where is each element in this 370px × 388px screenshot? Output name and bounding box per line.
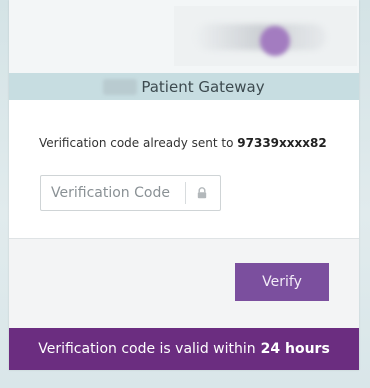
gateway-title: Patient Gateway [141, 77, 265, 96]
validity-notice-bar: Verification code is valid within 24 hou… [9, 328, 359, 370]
action-area: Verify [9, 239, 359, 328]
blurred-organization-name [103, 78, 138, 95]
validity-text: Verification code is valid within [38, 341, 256, 357]
code-sent-message: Verification code already sent to 97339x… [39, 136, 327, 150]
input-divider [185, 182, 186, 204]
logo-band [9, 0, 359, 73]
verify-button[interactable]: Verify [235, 263, 329, 301]
blurred-logo [174, 6, 357, 66]
gateway-title-bar: Patient Gateway [9, 73, 359, 100]
masked-phone-number: 97339xxxx82 [237, 136, 327, 150]
code-sent-text: Verification code already sent to [39, 136, 234, 150]
validity-duration: 24 hours [260, 341, 330, 357]
logo-mark [260, 26, 290, 56]
verification-card: Patient Gateway Verification code alread… [9, 0, 359, 370]
lock-icon [197, 187, 207, 199]
verification-code-input[interactable] [41, 176, 181, 210]
verification-body: Verification code already sent to 97339x… [9, 100, 359, 239]
verification-code-field[interactable] [40, 175, 221, 211]
